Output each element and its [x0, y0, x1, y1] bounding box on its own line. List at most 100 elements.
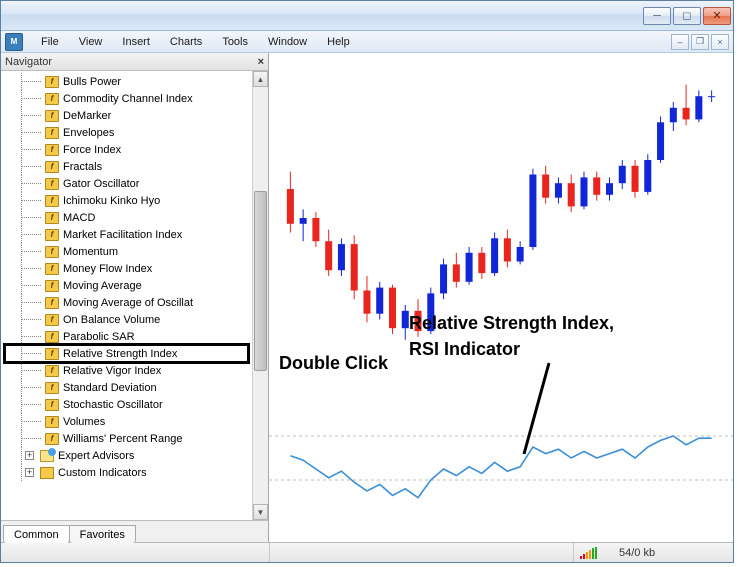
- indicator-item[interactable]: f Parabolic SAR: [7, 328, 268, 345]
- chart-area[interactable]: Double Click Relative Strength Index, RS…: [269, 53, 733, 542]
- navigator-scrollbar[interactable]: ▲ ▼: [252, 71, 268, 520]
- status-transfer-label: 54/0 kb: [619, 547, 655, 559]
- indicator-icon: f: [45, 127, 59, 139]
- titlebar[interactable]: ─ ◻ ✕: [1, 1, 733, 31]
- indicator-icon: f: [45, 280, 59, 292]
- indicator-label: Parabolic SAR: [63, 331, 135, 343]
- menu-charts[interactable]: Charts: [160, 34, 212, 50]
- navigator-tabs: CommonFavorites: [1, 520, 268, 542]
- indicator-item[interactable]: f Stochastic Oscillator: [7, 396, 268, 413]
- navigator-tab-common[interactable]: Common: [3, 525, 70, 543]
- indicator-item[interactable]: fMomentum: [7, 243, 268, 260]
- indicator-item[interactable]: fGator Oscillator: [7, 175, 268, 192]
- indicator-label: Money Flow Index: [63, 263, 152, 275]
- mdi-close-button[interactable]: ×: [711, 34, 729, 50]
- indicator-label: Volumes: [63, 416, 105, 428]
- indicator-icon: f: [45, 433, 59, 445]
- indicator-icon: f: [45, 263, 59, 275]
- menu-file[interactable]: File: [31, 34, 69, 50]
- indicator-label: Stochastic Oscillator: [63, 399, 163, 411]
- window-close-button[interactable]: ✕: [703, 7, 731, 25]
- menubar: M FileViewInsertChartsToolsWindowHelp – …: [1, 31, 733, 53]
- scroll-thumb[interactable]: [254, 191, 267, 371]
- indicator-item[interactable]: f Fractals: [7, 158, 268, 175]
- indicator-label: Williams' Percent Range: [63, 433, 182, 445]
- statusbar: 54/0 kb: [1, 542, 733, 562]
- navigator-tab-favorites[interactable]: Favorites: [69, 525, 136, 543]
- indicator-icon: f: [45, 416, 59, 428]
- indicator-icon: f: [45, 314, 59, 326]
- indicator-label: On Balance Volume: [63, 314, 160, 326]
- indicator-item[interactable]: f DeMarker: [7, 107, 268, 124]
- indicator-item[interactable]: fBulls Power: [7, 73, 268, 90]
- indicator-icon: f: [45, 382, 59, 394]
- annotation-double-click: Double Click: [279, 353, 388, 374]
- indicator-label: DeMarker: [63, 110, 111, 122]
- indicator-icon: f: [45, 110, 59, 122]
- indicator-label: MACD: [63, 212, 95, 224]
- navigator-tree[interactable]: fBulls PowerfCommodity Channel IndexfDeM…: [1, 71, 268, 520]
- menu-window[interactable]: Window: [258, 34, 317, 50]
- indicator-icon: f: [45, 212, 59, 224]
- indicator-label: Ichimoku Kinko Hyo: [63, 195, 160, 207]
- navigator-close-icon[interactable]: ×: [258, 56, 264, 68]
- indicator-icon: f: [45, 76, 59, 88]
- indicator-item[interactable]: f MACD: [7, 209, 268, 226]
- indicator-item[interactable]: f Envelopes: [7, 124, 268, 141]
- indicator-item[interactable]: f Williams' Percent Range: [7, 430, 268, 447]
- indicator-icon: f: [45, 399, 59, 411]
- expand-icon[interactable]: +: [25, 468, 34, 477]
- indicator-item[interactable]: f Money Flow Index: [7, 260, 268, 277]
- indicator-item[interactable]: f Ichimoku Kinko Hyo: [7, 192, 268, 209]
- indicator-icon: f: [45, 331, 59, 343]
- indicator-item[interactable]: f Relative Vigor Index: [7, 362, 268, 379]
- indicator-item[interactable]: f Relative Strength Index: [7, 345, 268, 362]
- window-minimize-button[interactable]: ─: [643, 7, 671, 25]
- group-label: Custom Indicators: [58, 467, 147, 479]
- indicator-item[interactable]: f Volumes: [7, 413, 268, 430]
- annotation-rsi-1: Relative Strength Index,: [409, 313, 614, 334]
- navigator-title-label: Navigator: [5, 56, 52, 68]
- mdi-restore-button[interactable]: ❐: [691, 34, 709, 50]
- indicator-label: Market Facilitation Index: [63, 229, 182, 241]
- indicator-icon: f: [45, 229, 59, 241]
- indicator-label: Momentum: [63, 246, 118, 258]
- scroll-down-button[interactable]: ▼: [253, 504, 268, 520]
- navigator-title: Navigator ×: [1, 53, 268, 71]
- tree-group[interactable]: + Custom Indicators: [7, 464, 268, 481]
- chart-canvas: [269, 53, 733, 542]
- scroll-up-button[interactable]: ▲: [253, 71, 268, 87]
- indicator-item[interactable]: f Market Facilitation Index: [7, 226, 268, 243]
- indicator-item[interactable]: fStandard Deviation: [7, 379, 268, 396]
- indicator-item[interactable]: fMoving Average of Oscillat: [7, 294, 268, 311]
- annotation-rsi-2: RSI Indicator: [409, 339, 520, 360]
- connection-bars-icon: [580, 547, 597, 559]
- indicator-item[interactable]: f On Balance Volume: [7, 311, 268, 328]
- window-maximize-button[interactable]: ◻: [673, 7, 701, 25]
- menu-help[interactable]: Help: [317, 34, 360, 50]
- indicator-label: Fractals: [63, 161, 102, 173]
- indicator-item[interactable]: f Commodity Channel Index: [7, 90, 268, 107]
- indicator-label: Relative Strength Index: [63, 348, 177, 360]
- app-window: ─ ◻ ✕ M FileViewInsertChartsToolsWindowH…: [0, 0, 734, 563]
- menu-tools[interactable]: Tools: [212, 34, 258, 50]
- indicator-label: Relative Vigor Index: [63, 365, 161, 377]
- indicator-icon: f: [45, 348, 59, 360]
- app-icon: M: [5, 33, 23, 51]
- tree-group[interactable]: + Expert Advisors: [7, 447, 268, 464]
- indicator-icon: f: [45, 93, 59, 105]
- indicator-item[interactable]: fForce Index: [7, 141, 268, 158]
- menu-view[interactable]: View: [69, 34, 113, 50]
- indicator-label: Commodity Channel Index: [63, 93, 193, 105]
- navigator-panel: Navigator × fBulls PowerfCommodity Chann…: [1, 53, 269, 542]
- mdi-minimize-button[interactable]: –: [671, 34, 689, 50]
- expand-icon[interactable]: +: [25, 451, 34, 460]
- indicator-icon: f: [45, 297, 59, 309]
- indicator-icon: f: [45, 195, 59, 207]
- indicator-icon: f: [45, 365, 59, 377]
- indicator-label: Envelopes: [63, 127, 114, 139]
- indicator-icon: f: [45, 161, 59, 173]
- menu-insert[interactable]: Insert: [112, 34, 160, 50]
- indicator-item[interactable]: fMoving Average: [7, 277, 268, 294]
- group-label: Expert Advisors: [58, 450, 134, 462]
